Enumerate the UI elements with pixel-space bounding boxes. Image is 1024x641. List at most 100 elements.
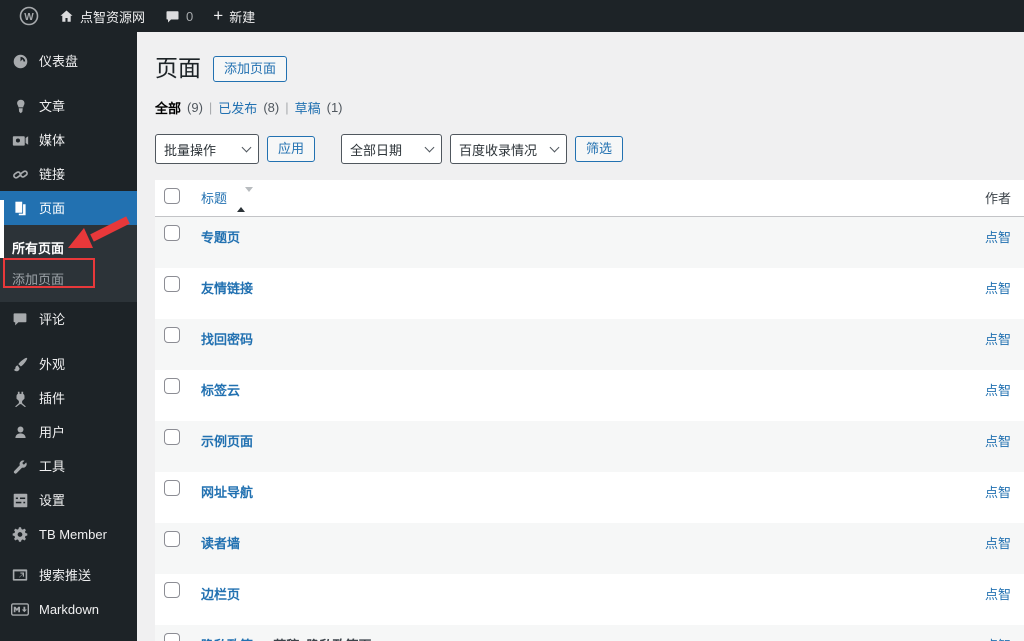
date-filter-select[interactable]: 全部日期 (341, 134, 443, 164)
page-title-link[interactable]: 示例页面 (201, 434, 253, 449)
date-filter-value: 全部日期 (350, 142, 403, 158)
pages-list-screen: 页面 添加页面 全部 (9) | 已发布 (8) | 草稿 (1) 批量操作 应… (137, 32, 1024, 641)
row-checkbox[interactable] (164, 530, 180, 547)
column-author: 作者 (975, 180, 1024, 218)
baidu-index-select[interactable]: 百度收录情况 (450, 134, 568, 164)
comment-icon (166, 10, 179, 22)
sidebar-item-label: 工具 (39, 458, 66, 474)
author-link[interactable]: 点智 (985, 485, 1011, 500)
pages-icon (10, 198, 30, 218)
column-title-sort[interactable]: 标题 (201, 191, 227, 206)
sidebar-item-label: 仪表盘 (39, 53, 79, 69)
sidebar-item-collapse-menu[interactable]: 收起菜单 (0, 632, 137, 641)
tools-icon (10, 456, 30, 476)
row-checkbox[interactable] (164, 275, 180, 292)
link-icon (10, 164, 30, 184)
page-title-link[interactable]: 专题页 (201, 230, 240, 245)
new-content-label: 新建 (229, 9, 256, 25)
sidebar-item-appearance[interactable]: 外观 (0, 347, 137, 381)
filter-all-link[interactable]: 全部 (155, 98, 181, 117)
table-row: 边栏页 点智 (155, 574, 1024, 625)
author-link[interactable]: 点智 (985, 638, 1011, 641)
table-header-row: 标题 作者 (155, 180, 1024, 218)
chevron-down-icon (549, 142, 560, 152)
pages-submenu: 所有页面 添加页面 (0, 225, 137, 302)
apply-button[interactable]: 应用 (267, 136, 316, 162)
filter-draft-link[interactable]: 草稿 (295, 98, 321, 117)
chevron-down-icon (424, 142, 435, 152)
pin-icon (10, 96, 30, 116)
bulk-action-select[interactable]: 批量操作 (155, 134, 259, 164)
sidebar-item-label: Markdown (39, 601, 99, 617)
author-link[interactable]: 点智 (985, 434, 1011, 449)
row-checkbox[interactable] (164, 428, 180, 445)
comments-bubble[interactable]: 0 (156, 0, 202, 32)
submenu-all-pages[interactable]: 所有页面 (0, 232, 137, 263)
page-title-link[interactable]: 边栏页 (201, 587, 240, 602)
bulk-action-value: 批量操作 (164, 142, 217, 158)
row-checkbox[interactable] (164, 225, 180, 242)
post-state-label: 草稿, 隐私政策页 (273, 638, 371, 641)
sidebar-item-label: 搜索推送 (39, 567, 92, 583)
author-link[interactable]: 点智 (985, 332, 1011, 347)
divider: | (285, 100, 289, 115)
sidebar-item-settings[interactable]: 设置 (0, 483, 137, 517)
sidebar-item-media[interactable]: 媒体 (0, 123, 137, 157)
sidebar-item-users[interactable]: 用户 (0, 415, 137, 449)
sidebar-item-label: 评论 (39, 311, 66, 327)
sidebar-item-links[interactable]: 链接 (0, 157, 137, 191)
select-all-checkbox[interactable] (164, 188, 180, 204)
new-content-button[interactable]: + 新建 (204, 0, 264, 32)
page-title-link[interactable]: 找回密码 (201, 332, 253, 347)
sidebar-item-label: 媒体 (39, 132, 66, 148)
sidebar-item-label: 文章 (39, 98, 66, 114)
sidebar-item-comments[interactable]: 评论 (0, 302, 137, 336)
row-checkbox[interactable] (164, 581, 180, 598)
filter-draft-count: (1) (326, 100, 343, 115)
add-page-button[interactable]: 添加页面 (213, 55, 288, 82)
filter-button[interactable]: 筛选 (575, 136, 624, 162)
users-icon (10, 422, 30, 442)
post-state-dash: — (253, 638, 273, 641)
settings-icon (10, 490, 30, 510)
search-push-icon (10, 565, 30, 585)
page-title-link[interactable]: 读者墙 (201, 536, 240, 551)
sidebar-item-plugins[interactable]: 插件 (0, 381, 137, 415)
sidebar-item-tb-member[interactable]: TB Member (0, 517, 137, 551)
baidu-index-value: 百度收录情况 (459, 142, 538, 158)
page-title-link[interactable]: 标签云 (201, 383, 240, 398)
sidebar-item-search-push[interactable]: 搜索推送 (0, 558, 137, 592)
sidebar-item-posts[interactable]: 文章 (0, 89, 137, 123)
author-link[interactable]: 点智 (985, 587, 1011, 602)
gear-icon (10, 524, 30, 544)
submenu-add-page[interactable]: 添加页面 (0, 263, 137, 294)
author-link[interactable]: 点智 (985, 383, 1011, 398)
sidebar-item-pages[interactable]: 页面 (0, 191, 137, 225)
page-title: 页面 (155, 55, 201, 81)
sidebar-item-label: 链接 (39, 166, 66, 182)
table-row: 专题页 点智 (155, 216, 1024, 268)
sidebar-item-label: 页面 (39, 200, 66, 216)
screenshot-artifact (0, 200, 4, 258)
sort-arrows-icon (236, 187, 253, 213)
site-name-link[interactable]: 点智资源网 (50, 0, 154, 32)
sidebar-item-dashboard[interactable]: 仪表盘 (0, 44, 137, 78)
author-link[interactable]: 点智 (985, 536, 1011, 551)
page-title-link[interactable]: 友情链接 (201, 281, 253, 296)
author-link[interactable]: 点智 (985, 281, 1011, 296)
admin-bar: W 点智资源网 0 + 新建 (0, 0, 1024, 32)
row-checkbox[interactable] (164, 377, 180, 394)
row-checkbox[interactable] (164, 326, 180, 343)
author-link[interactable]: 点智 (985, 230, 1011, 245)
divider: | (208, 100, 213, 115)
comment-icon (10, 309, 30, 329)
wordpress-logo-icon[interactable]: W (10, 0, 48, 32)
page-title-link[interactable]: 网址导航 (201, 485, 253, 500)
sidebar-item-markdown[interactable]: Markdown (0, 592, 137, 626)
sidebar-item-tools[interactable]: 工具 (0, 449, 137, 483)
row-checkbox[interactable] (164, 632, 180, 641)
filter-published-link[interactable]: 已发布 (218, 98, 257, 117)
page-title-link[interactable]: 隐私政策 (201, 638, 253, 641)
row-checkbox[interactable] (164, 479, 180, 496)
sidebar-item-label: 外观 (39, 356, 66, 372)
